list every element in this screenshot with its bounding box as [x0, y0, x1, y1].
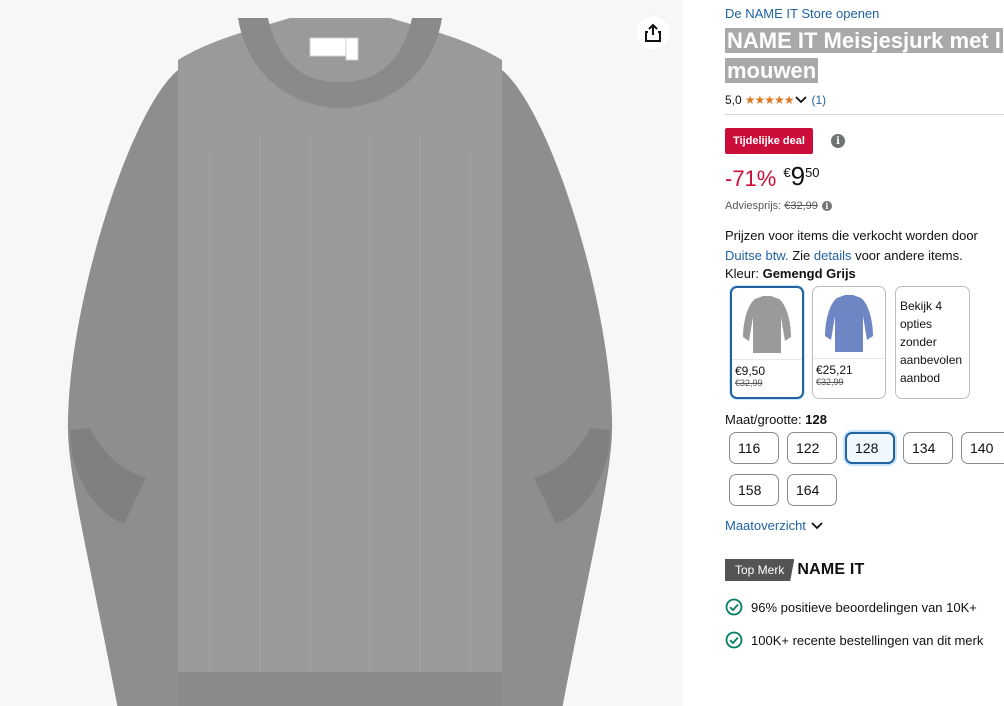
size-option-128[interactable]: 128 — [845, 432, 895, 464]
price-whole: 9 — [790, 161, 806, 191]
top-brand-row: Top Merk NAME IT — [725, 559, 865, 581]
color-option-thumb — [732, 288, 802, 360]
color-value: Gemengd Grijs — [762, 266, 856, 281]
color-option-grey[interactable]: €9,50 €32,99 — [730, 286, 804, 399]
divider — [725, 114, 1004, 115]
size-option-140[interactable]: 140 — [961, 432, 1004, 464]
discount-percent: -71% — [725, 166, 777, 191]
size-option-158[interactable]: 158 — [729, 474, 779, 506]
color-option-thumb — [813, 287, 885, 359]
check-circle-icon — [725, 631, 743, 649]
size-chart-link[interactable]: Maatoverzicht — [725, 518, 823, 533]
dress-thumbnail-icon — [743, 295, 791, 353]
color-label: Kleur: Gemengd Grijs — [725, 266, 856, 281]
vat-line1: Prijzen voor items die verkocht worden d… — [725, 228, 978, 243]
size-option-164[interactable]: 164 — [787, 474, 837, 506]
size-option-122[interactable]: 122 — [787, 432, 837, 464]
vat-text-mid: Zie — [788, 248, 814, 263]
price: € 9 50 — [783, 162, 819, 190]
vat-text-end: voor andere items. — [851, 248, 963, 263]
color-option-price: €25,21 — [816, 363, 853, 377]
product-image-panel — [0, 0, 682, 706]
store-link[interactable]: De NAME IT Store openen — [725, 6, 879, 21]
brand-name: NAME IT — [797, 561, 865, 578]
share-icon — [645, 23, 661, 42]
size-value: 128 — [805, 412, 827, 427]
share-button[interactable] — [636, 16, 670, 50]
size-option-134[interactable]: 134 — [903, 432, 953, 464]
product-title-line2: mouwen — [725, 58, 819, 83]
star-rating-icon[interactable]: ★★★★★ — [745, 93, 795, 107]
deal-badge: Tijdelijke deal — [725, 128, 813, 154]
info-icon[interactable]: i — [821, 201, 832, 211]
rating-score: 5,0 — [725, 93, 742, 107]
vat-notice: Prijzen voor items die verkocht worden d… — [725, 226, 1004, 266]
size-chart-label: Maatoverzicht — [725, 518, 806, 533]
color-option-old-price: €32,99 — [816, 377, 844, 387]
price-currency: € — [783, 165, 791, 180]
dress-thumbnail-icon — [825, 294, 873, 352]
chevron-down-icon[interactable] — [795, 95, 808, 105]
rating-count[interactable]: (1) — [811, 93, 826, 107]
size-label-text: Maat/grootte: — [725, 412, 802, 427]
list-price: Adviesprijs: €32,99 i — [725, 200, 832, 212]
product-title: NAME IT Meisjesjurk met l mouwen — [725, 26, 1004, 86]
product-title-line1: NAME IT Meisjesjurk met l — [725, 28, 1003, 53]
price-fraction: 50 — [805, 165, 820, 180]
list-price-label: Adviesprijs: — [725, 200, 782, 212]
chevron-down-icon — [811, 521, 823, 529]
color-label-text: Kleur: — [725, 266, 759, 281]
size-label: Maat/grootte: 128 — [725, 412, 827, 427]
list-price-value: €32,99 — [784, 200, 818, 212]
color-option-price: €9,50 — [735, 364, 766, 378]
color-option-blue[interactable]: €25,21 €32,99 — [812, 286, 886, 399]
highlight-item: 100K+ recente bestellingen van dit merk — [725, 631, 983, 649]
rating-row[interactable]: 5,0 ★★★★★ (1) — [725, 93, 826, 107]
vat-link[interactable]: Duitse btw. — [725, 248, 789, 263]
top-brand-badge: Top Merk — [725, 559, 795, 581]
highlight-text: 100K+ recente bestellingen van dit merk — [751, 632, 984, 648]
more-options-button[interactable]: Bekijk 4 opties zonder aanbevolen aanbod — [895, 286, 970, 399]
price-row: -71% € 9 50 — [725, 162, 820, 192]
vat-line2: Duitse btw. Zie details voor andere item… — [725, 246, 1004, 266]
size-option-116[interactable]: 116 — [729, 432, 779, 464]
check-circle-icon — [725, 598, 743, 616]
highlight-text: 96% positieve beoordelingen van 10K+ — [751, 599, 977, 615]
details-link[interactable]: details — [814, 248, 852, 263]
highlight-item: 96% positieve beoordelingen van 10K+ — [725, 598, 977, 616]
info-icon[interactable]: i — [831, 134, 845, 148]
product-details: De NAME IT Store openen NAME IT Meisjesj… — [725, 0, 1004, 706]
product-image[interactable] — [60, 0, 620, 706]
color-option-old-price: €32,99 — [735, 378, 763, 388]
